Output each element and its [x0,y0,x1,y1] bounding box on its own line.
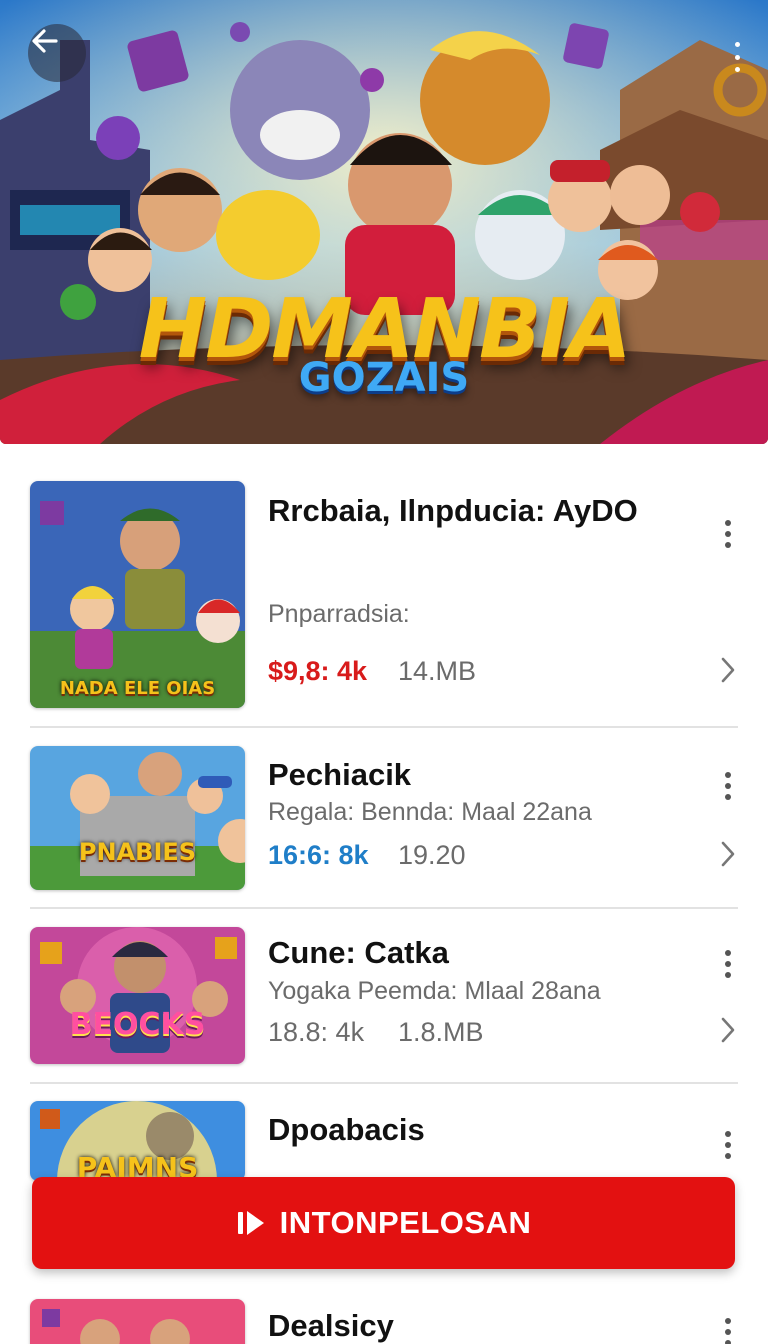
thumbnail-artwork [30,746,245,890]
item-title: Pechiacik [268,757,412,792]
play-icon [237,1211,264,1235]
primary-action-button[interactable]: INTONPELOSAN [32,1177,735,1269]
hero-banner: HDMANBIA GOZAIS [0,0,768,444]
item-title: Rrcbaia, Ilnpducia: AyDO [268,493,638,528]
item-subtitle: Yogaka Peemda: Mlaal 28ana [268,977,601,1005]
item-price: 18.8: 4k [268,1017,365,1047]
item-size: 14.MB [398,656,477,686]
more-vertical-icon[interactable] [723,950,733,978]
arrow-left-icon [32,29,58,53]
chevron-right-icon[interactable] [718,840,738,868]
more-vertical-icon[interactable] [723,1131,733,1159]
item-thumbnail: BEOCKS [30,927,245,1064]
item-price: $9,8: 4k [268,656,368,686]
item-price: 16:6: 8k [268,840,369,870]
thumbnail-label: BEOCKS [69,1007,206,1042]
item-thumbnail: PNABIES [30,746,245,890]
item-title: Cune: Catka [268,935,449,970]
thumbnail-artwork [30,1299,245,1344]
item-thumbnail: PAIMNS [30,1101,245,1181]
item-size: 1.8.MB [398,1017,484,1047]
item-thumbnail: NADA ELE OIAS [30,481,245,708]
back-button[interactable] [28,24,86,82]
divider [30,907,738,909]
item-subtitle: Pnparradsiа: [268,600,410,628]
more-vertical-icon[interactable] [723,520,733,548]
thumbnail-label: NADA ELE OIAS [59,678,216,699]
item-title: Dpoabacis [268,1112,425,1147]
hero-subtitle: GOZAIS [298,355,470,401]
thumbnail-artwork [30,927,245,1064]
more-vertical-icon[interactable] [732,42,742,72]
thumbnail-artwork [30,481,245,708]
more-vertical-icon[interactable] [723,772,733,800]
item-size: 19.20 [398,840,466,870]
divider [30,726,738,728]
chevron-right-icon[interactable] [718,656,738,684]
item-subtitle: Regala: Bennda: Maal 22ana [268,798,592,826]
primary-action-label: INTONPELOSAN [279,1205,532,1240]
item-thumbnail [30,1299,245,1344]
more-vertical-icon[interactable] [723,1318,733,1344]
item-title: Dealsicy [268,1308,394,1343]
chevron-right-icon[interactable] [718,1016,738,1044]
thumbnail-label: PNABIES [78,838,197,866]
divider [30,1082,738,1084]
